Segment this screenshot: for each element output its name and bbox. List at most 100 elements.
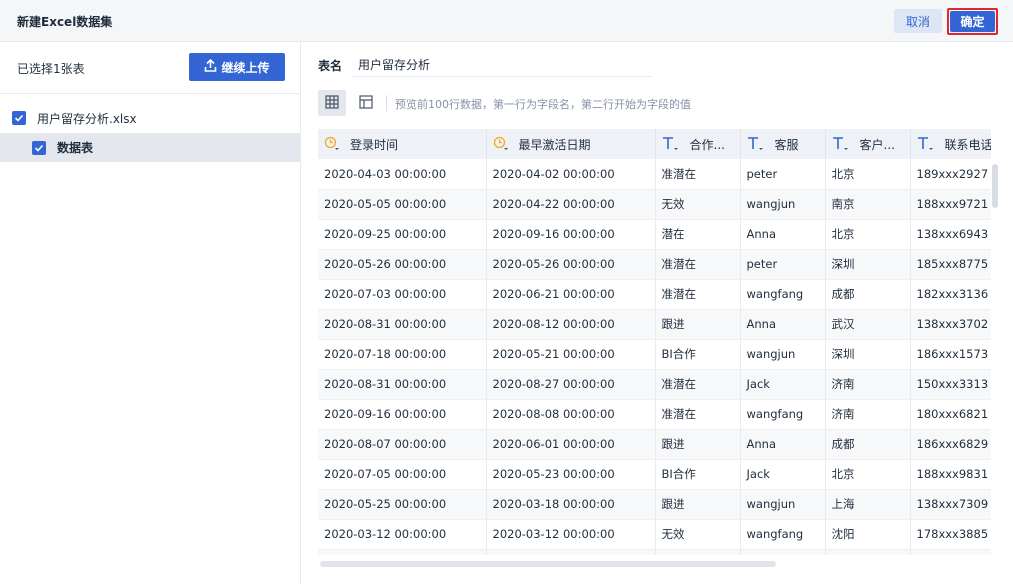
grid-view-button[interactable] [318,90,346,116]
main-panel: 表名 预览前100行数据，第一行为字段名，第二行开始为字段的值 登录时间 最早激活… [302,42,1013,584]
table-cell: 2020-02-18 00:00:00 [318,549,487,555]
column-header-0[interactable]: 登录时间 [318,129,487,159]
table-row: 2020-07-18 00:00:00 2020-05-21 00:00:00 BI… [318,339,991,370]
column-label: 客服 [774,137,799,152]
horizontal-scrollbar[interactable] [320,561,776,567]
table-cell: 182xxx3136 [910,279,991,310]
continue-upload-button[interactable]: 继续上传 [189,53,285,81]
table-cell: 2020-05-23 00:00:00 [486,459,656,490]
table-cell: 深圳 [825,249,911,280]
table-cell: 180xxx8812 [910,549,991,555]
text-type-icon[interactable] [662,136,680,152]
table-row: 2020-09-25 00:00:00 2020-09-16 00:00:00 潜在… [318,219,991,250]
table-row: 2020-05-26 00:00:00 2020-05-26 00:00:00 准潜… [318,249,991,280]
table-cell: 2020-06-01 00:00:00 [486,429,656,460]
table-cell: 无效 [655,189,741,220]
table-cell: wangjun [740,189,826,220]
tree-item-sheet[interactable]: 数据表 [0,133,300,162]
column-header-4[interactable]: 客户... [825,129,911,159]
table-cell: 北京 [825,159,911,190]
table-cell: 2020-05-21 00:00:00 [486,339,656,370]
column-header-2[interactable]: 合作... [655,129,741,159]
table-row: 2020-05-05 00:00:00 2020-04-22 00:00:00 无效… [318,189,991,220]
table-cell: 无效 [655,519,741,550]
table-cell: 2020-08-12 00:00:00 [486,309,656,340]
table-cell: 跟进 [655,429,741,460]
table-cell: 150xxx3313 [910,369,991,400]
table-cell: 准潜在 [655,249,741,280]
table-cell: 188xxx9831 [910,459,991,490]
dialog-title: 新建Excel数据集 [17,15,113,29]
table-cell: 成都 [825,429,911,460]
clock-icon[interactable] [324,136,340,152]
tree-item-file[interactable]: 用户留存分析.xlsx [0,105,300,131]
text-type-icon[interactable] [747,136,765,152]
table-cell: 成都 [825,279,911,310]
vertical-scrollbar[interactable] [992,164,998,208]
dialog-header: 新建Excel数据集 取消 确定 [0,0,1013,42]
table-cell: Anna [740,219,826,250]
column-header-1[interactable]: 最早激活日期 [486,129,656,159]
text-type-icon[interactable] [917,136,935,152]
table-row: 2020-03-12 00:00:00 2020-03-12 00:00:00 无效… [318,519,991,550]
table-row: 2020-09-16 00:00:00 2020-08-08 00:00:00 准潜… [318,399,991,430]
column-label: 最早激活日期 [518,137,591,152]
column-header-5[interactable]: 联系电话 [910,129,991,159]
table-row: 2020-08-07 00:00:00 2020-06-01 00:00:00 跟进… [318,429,991,460]
sheet-checkbox[interactable] [32,140,46,155]
table-cell: 准潜在 [655,369,741,400]
table-cell: 2020-03-12 00:00:00 [318,519,487,550]
table-header-row: 登录时间 最早激活日期 合作... 客服 客户... 联系电话 [318,129,991,159]
file-name: 用户留存分析.xlsx [37,111,137,126]
confirm-button[interactable]: 确定 [950,11,995,32]
clock-icon[interactable] [493,136,509,152]
table-cell: 武汉 [825,309,911,340]
table-cell: 北京 [825,459,911,490]
table-name-label: 表名 [318,59,343,73]
preview-hint: 预览前100行数据，第一行为字段名，第二行开始为字段的值 [395,98,691,111]
table-cell: 2020-05-25 00:00:00 [318,489,487,520]
table-cell: 北京 [825,219,911,250]
table-cell: 沈阳 [825,519,911,550]
file-checkbox[interactable] [12,111,26,125]
list-view-button[interactable] [352,90,380,116]
table-cell: wangfang [740,519,826,550]
table-cell: 2020-04-22 00:00:00 [486,189,656,220]
table-row: 2020-07-05 00:00:00 2020-05-23 00:00:00 BI… [318,459,991,490]
table-cell: 2020-09-16 00:00:00 [486,219,656,250]
table-cell: 138xxx7309 [910,489,991,520]
table-name-input[interactable] [352,53,652,77]
table-cell: 2020-08-08 00:00:00 [486,399,656,430]
table-cell: wangjun [740,489,826,520]
text-type-icon[interactable] [832,136,850,152]
confirm-button-highlight: 确定 [947,8,998,35]
table-row: 2020-02-18 00:00:002020-02-11 00:00:00准潜… [318,549,991,555]
table-cell: 2020-05-05 00:00:00 [318,189,487,220]
table-cell: 2020-07-03 00:00:00 [318,279,487,310]
table-cell: 2020-07-18 00:00:00 [318,339,487,370]
table-cell: peter [740,549,826,555]
table-cell: 跟进 [655,489,741,520]
column-label: 合作... [689,137,725,152]
table-cell: 2020-07-05 00:00:00 [318,459,487,490]
upload-icon [204,58,217,75]
table-cell: BI合作 [655,459,741,490]
table-row: 2020-08-31 00:00:00 2020-08-27 00:00:00 准潜… [318,369,991,400]
upload-label: 继续上传 [221,60,270,75]
table-cell: 2020-09-16 00:00:00 [318,399,487,430]
table-cell: 深圳 [825,339,911,370]
table-cell: peter [740,159,826,190]
table-cell: 准潜在 [655,159,741,190]
table-cell: 2020-08-07 00:00:00 [318,429,487,460]
table-cell: 准潜在 [655,399,741,430]
cancel-button[interactable]: 取消 [894,9,942,33]
table-cell: BI合作 [655,339,741,370]
table-cell: 2020-08-31 00:00:00 [318,309,487,340]
table-cell: 2020-02-11 00:00:00 [486,549,656,555]
table-cell: 2020-03-18 00:00:00 [486,489,656,520]
table-cell: 济南 [825,399,911,430]
table-cell: 北京 [825,549,911,555]
column-header-3[interactable]: 客服 [740,129,826,159]
table-cell: 188xxx9721 [910,189,991,220]
table-cell: 准潜在 [655,549,741,555]
